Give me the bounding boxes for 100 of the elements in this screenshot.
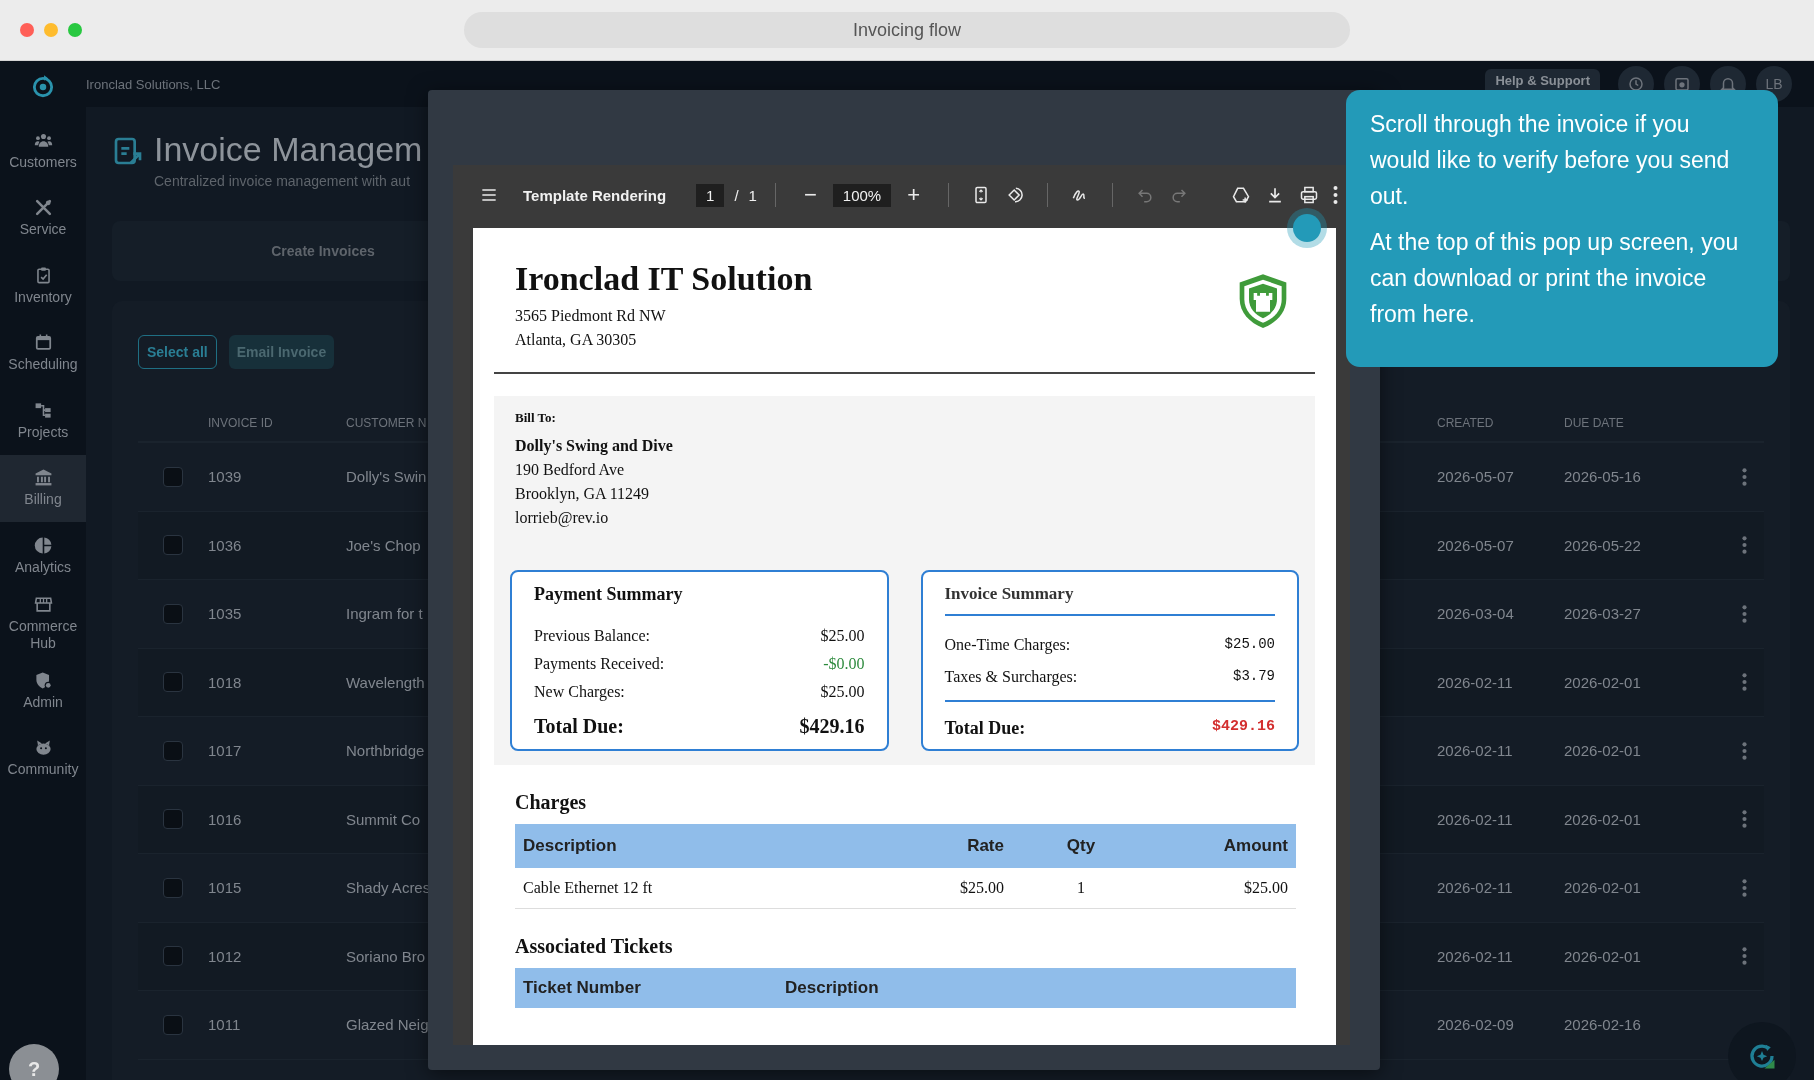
table-cell-text: 2026-05-07 (1437, 468, 1515, 486)
address-line: Brooklyn, GA 11249 (515, 484, 651, 505)
row-checkbox[interactable] (163, 1014, 183, 1035)
sidebar-item[interactable]: Commerce Hub (0, 589, 86, 657)
help-button[interactable]: ? (9, 1044, 59, 1080)
table-cell-text: 2026-02-09 (1437, 1016, 1515, 1034)
store-icon (33, 594, 53, 614)
sidebar-item[interactable]: Customers (0, 117, 86, 185)
zoom-field[interactable]: 100% (832, 183, 892, 207)
row-checkbox[interactable] (163, 877, 183, 898)
column-header: Description (522, 836, 618, 856)
more-options-icon[interactable] (1741, 673, 1747, 692)
history-icon (1627, 75, 1645, 93)
table-cell-text: 1011 (208, 1016, 242, 1034)
sidebar-item[interactable]: Scheduling (0, 319, 86, 387)
table-cell-text: 2026-02-01 (1564, 810, 1642, 828)
table-cell-text: 1018 (208, 673, 243, 691)
column-header: Qty (1065, 836, 1097, 856)
sidebar-item[interactable]: Inventory (0, 252, 86, 320)
table-cell-text: Soriano Bro (346, 947, 427, 965)
column-header: DUE DATE (1564, 416, 1625, 430)
sparkle-icon (1747, 1041, 1777, 1071)
column-header: CUSTOMER N (346, 416, 428, 430)
page-number-field[interactable]: 1 (696, 183, 725, 207)
sidebar-item[interactable]: Projects (0, 387, 86, 455)
zoom-out-button[interactable]: − (793, 180, 827, 210)
tooltip-text: At the top of this pop up screen, you can download or print the invoice from here. (1370, 228, 1740, 329)
table-cell-text: $25.00 (959, 879, 1005, 897)
total-label: Total Due: (944, 718, 1026, 739)
address-line: Atlanta, GA 30305 (515, 330, 638, 350)
table-cell-text: 2026-02-01 (1564, 947, 1642, 965)
section-title: Associated Tickets (515, 935, 674, 958)
sidebar-item[interactable]: Analytics (0, 522, 86, 590)
company-name: Ironclad Solutions, LLC (86, 76, 221, 92)
notifications-icon (1719, 75, 1737, 93)
row-checkbox[interactable] (163, 535, 183, 556)
pie-icon (33, 535, 53, 555)
table-cell-text: 1016 (208, 810, 243, 828)
table-cell-text: 2026-02-01 (1564, 879, 1642, 897)
sidebar-item[interactable]: Billing (0, 454, 86, 522)
more-options-icon[interactable] (1741, 604, 1747, 623)
table-cell-text: Cable Ethernet 12 ft (522, 879, 654, 897)
column-header: Amount (1222, 836, 1289, 856)
table-cell-text: 2026-05-16 (1564, 468, 1642, 486)
summary-amount: $25.00 (820, 627, 865, 645)
select-all-button[interactable]: Select all (138, 335, 217, 369)
section-title: Charges (515, 791, 588, 814)
document-title: Template Rendering (523, 186, 667, 204)
more-options-icon[interactable] (1741, 810, 1747, 829)
column-header: Rate (966, 836, 1005, 856)
address-bar[interactable]: Invoicing flow (464, 12, 1350, 48)
invoice-icon (112, 135, 144, 167)
row-checkbox[interactable] (163, 946, 183, 967)
table-cell-text: Glazed Neig (346, 1016, 430, 1034)
more-options-icon[interactable] (1741, 741, 1747, 760)
row-checkbox[interactable] (163, 672, 183, 693)
address-line: 3565 Piedmont Rd NW (515, 306, 667, 326)
address-line: lorrieb@rev.io (515, 508, 610, 529)
pulse-marker[interactable] (1287, 208, 1327, 248)
company-name: Ironclad IT Solution (515, 260, 813, 298)
table-cell-text: Summit Co (346, 810, 422, 828)
summary-label: One-Time Charges: (944, 636, 1071, 654)
summary-amount: $25.00 (1224, 636, 1275, 654)
customer-name: Dolly's Swing and Dive (515, 436, 674, 457)
zoom-in-button[interactable]: + (897, 180, 931, 210)
table-cell-text: Joe's Chop (346, 536, 422, 554)
page-title: Invoice Managem (154, 129, 423, 169)
summary-label: Taxes & Surcharges: (944, 668, 1078, 686)
sidebar-item[interactable]: Admin (0, 657, 86, 725)
total-amount: $429.16 (799, 715, 865, 738)
column-header: Ticket Number (522, 978, 642, 998)
window-control-icon[interactable] (20, 23, 34, 37)
tools-icon (33, 198, 53, 218)
more-options-icon[interactable] (1741, 947, 1747, 966)
sidebar-item[interactable]: Service (0, 184, 86, 252)
more-options-icon[interactable] (1741, 536, 1747, 555)
table-cell-text: 2026-02-11 (1437, 947, 1514, 965)
more-options-icon[interactable] (1741, 467, 1747, 486)
paw-icon (33, 738, 53, 758)
table-cell-text: 1 (1076, 879, 1086, 897)
page-count: 1 (748, 186, 757, 204)
table-cell-text: 2026-02-16 (1564, 1016, 1642, 1034)
app-logo-icon[interactable] (30, 73, 56, 99)
table-cell-text: 2026-02-01 (1564, 742, 1642, 760)
more-options-icon (1333, 185, 1338, 205)
more-options-icon[interactable] (1741, 878, 1747, 897)
table-cell-text: 2026-05-22 (1564, 536, 1642, 554)
sidebar-item[interactable]: Community (0, 724, 86, 792)
print-icon (1299, 185, 1319, 205)
table-cell-text: Dolly's Swin (346, 468, 428, 486)
row-checkbox[interactable] (163, 603, 183, 624)
table-cell-text: 2026-03-04 (1437, 605, 1515, 623)
row-checkbox[interactable] (163, 740, 183, 761)
drive-icon (1231, 185, 1251, 205)
table-cell-text: $25.00 (1243, 879, 1289, 897)
row-checkbox[interactable] (163, 809, 183, 830)
row-checkbox[interactable] (163, 466, 183, 487)
table-cell-text: Northbridge (346, 742, 426, 760)
page-separator: / (734, 186, 739, 204)
table-cell-text: 2026-02-01 (1564, 673, 1642, 691)
